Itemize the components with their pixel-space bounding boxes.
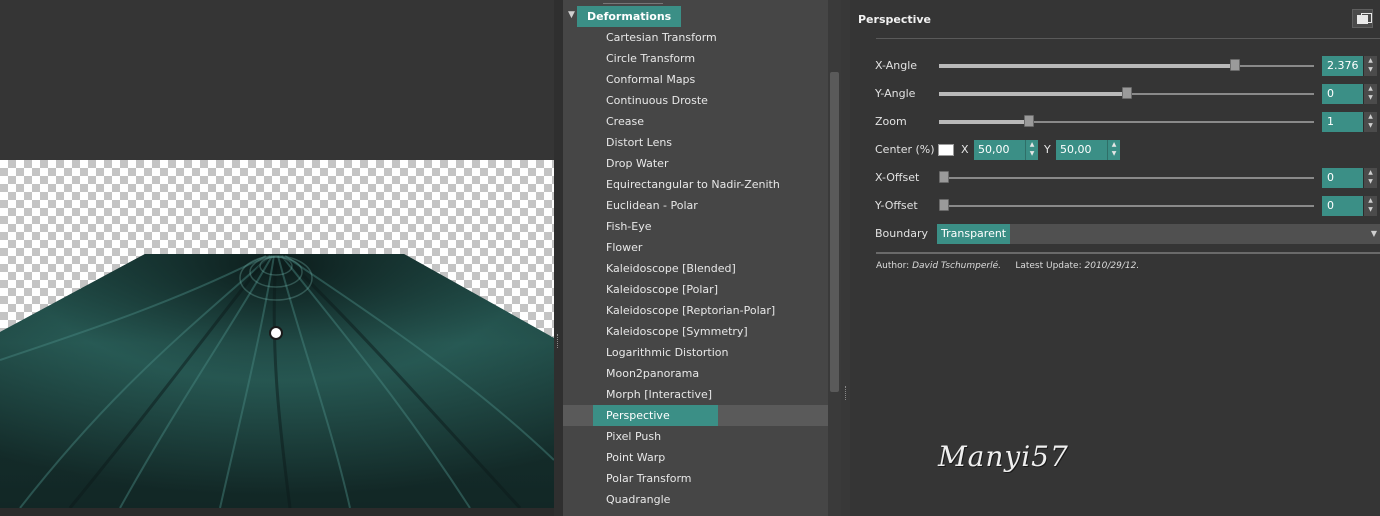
preview-status-strip xyxy=(0,508,558,516)
param-y-offset: Y-Offset 0 ▲ ▼ xyxy=(875,196,1380,216)
filter-item[interactable]: Circle Transform xyxy=(563,48,828,69)
slider-handle[interactable] xyxy=(939,199,949,211)
center-x-input[interactable]: 50,00 xyxy=(974,140,1025,160)
filter-item[interactable]: Logarithmic Distortion xyxy=(563,342,828,363)
param-center: Center (%) X 50,00 ▲ ▼ Y 50,00 ▲ ▼ xyxy=(875,140,1380,160)
spin-arrows-icon[interactable]: ▲ ▼ xyxy=(1025,140,1038,160)
filter-credits: Author: David Tschumperlé. Latest Update… xyxy=(876,261,1140,271)
slider-handle[interactable] xyxy=(1121,87,1132,99)
filter-item[interactable]: Kaleidoscope [Blended] xyxy=(563,258,828,279)
filter-item[interactable]: Polar Transform xyxy=(563,468,828,489)
preview-canvas[interactable] xyxy=(0,160,554,508)
boundary-select[interactable]: Transparent ▼ xyxy=(937,224,1380,244)
filter-item[interactable]: Cartesian Transform xyxy=(563,27,828,48)
filter-list: Cartesian Transform Circle Transform Con… xyxy=(563,27,828,510)
param-x-angle: X-Angle 2.376 ▲ ▼ xyxy=(875,56,1380,76)
y-angle-slider[interactable] xyxy=(939,87,1314,99)
param-zoom: Zoom 1 ▲ ▼ xyxy=(875,112,1380,132)
perspective-render xyxy=(0,254,554,508)
filter-item[interactable]: Continuous Droste xyxy=(563,90,828,111)
filter-item[interactable]: Equirectangular to Nadir-Zenith xyxy=(563,174,828,195)
filter-item-selected[interactable]: Perspective xyxy=(563,405,828,426)
category-label: Deformations xyxy=(577,6,681,27)
filter-item[interactable]: Kaleidoscope [Reptorian-Polar] xyxy=(563,300,828,321)
filter-item[interactable]: Flower xyxy=(563,237,828,258)
filter-title: Perspective xyxy=(858,13,932,26)
spin-arrows-icon[interactable]: ▲ ▼ xyxy=(1363,196,1377,216)
watermark-signature: Manyi57 xyxy=(938,440,1069,473)
param-boundary: Boundary Transparent ▼ xyxy=(875,224,1380,244)
chevron-down-icon: ▼ xyxy=(1370,229,1377,238)
filter-item[interactable]: Morph [Interactive] xyxy=(563,384,828,405)
spin-arrows-icon[interactable]: ▲ ▼ xyxy=(1363,168,1377,188)
param-y-angle: Y-Angle 0 ▲ ▼ xyxy=(875,84,1380,104)
splitter-handle[interactable] xyxy=(841,0,850,516)
preview-pane xyxy=(0,0,558,516)
filter-item[interactable]: Point Warp xyxy=(563,447,828,468)
slider-handle[interactable] xyxy=(1024,115,1034,127)
tree-scrollbar[interactable] xyxy=(828,0,841,516)
filter-item[interactable]: Kaleidoscope [Polar] xyxy=(563,279,828,300)
x-offset-input[interactable]: 0 xyxy=(1322,168,1363,188)
param-x-offset: X-Offset 0 ▲ ▼ xyxy=(875,168,1380,188)
slider-handle[interactable] xyxy=(1230,59,1241,71)
divider xyxy=(876,252,1380,254)
category-deformations[interactable]: ▼ Deformations xyxy=(563,6,828,27)
filter-item[interactable]: Euclidean - Polar xyxy=(563,195,828,216)
slider-handle[interactable] xyxy=(939,171,949,183)
spin-arrows-icon[interactable]: ▲ ▼ xyxy=(1107,140,1120,160)
center-color-swatch[interactable] xyxy=(938,144,954,156)
center-y-input[interactable]: 50,00 xyxy=(1056,140,1107,160)
filter-item[interactable]: Kaleidoscope [Symmetry] xyxy=(563,321,828,342)
splitter-handle[interactable] xyxy=(554,0,563,516)
spin-arrows-icon[interactable]: ▲ ▼ xyxy=(1363,56,1377,76)
x-angle-slider[interactable] xyxy=(939,59,1314,71)
x-offset-slider[interactable] xyxy=(939,171,1314,183)
y-offset-slider[interactable] xyxy=(939,199,1314,211)
spin-arrows-icon[interactable]: ▲ ▼ xyxy=(1363,84,1377,104)
spin-arrows-icon[interactable]: ▲ ▼ xyxy=(1363,112,1377,132)
center-handle[interactable] xyxy=(269,326,283,340)
x-angle-input[interactable]: 2.376 xyxy=(1322,56,1363,76)
boundary-value: Transparent xyxy=(937,224,1010,244)
filter-tree: ▼ Deformations Cartesian Transform Circl… xyxy=(563,0,828,516)
filter-item[interactable]: Drop Water xyxy=(563,153,828,174)
scrollbar-thumb[interactable] xyxy=(830,72,839,392)
expand-window-button[interactable] xyxy=(1352,9,1373,28)
filter-item[interactable]: Distort Lens xyxy=(563,132,828,153)
divider xyxy=(876,38,1380,39)
zoom-input[interactable]: 1 xyxy=(1322,112,1363,132)
filter-item[interactable]: Moon2panorama xyxy=(563,363,828,384)
collapse-arrow-icon[interactable]: ▼ xyxy=(568,10,575,20)
zoom-slider[interactable] xyxy=(939,115,1314,127)
y-angle-input[interactable]: 0 xyxy=(1322,84,1363,104)
filter-item[interactable]: Crease xyxy=(563,111,828,132)
y-offset-input[interactable]: 0 xyxy=(1322,196,1363,216)
previous-category-edge xyxy=(603,0,663,4)
filter-item[interactable]: Fish-Eye xyxy=(563,216,828,237)
parameters-panel: Perspective X-Angle 2.376 ▲ ▼ Y-Angle 0 ▲… xyxy=(850,0,1380,516)
filter-item[interactable]: Conformal Maps xyxy=(563,69,828,90)
filter-item[interactable]: Quadrangle xyxy=(563,489,828,510)
filter-item[interactable]: Pixel Push xyxy=(563,426,828,447)
